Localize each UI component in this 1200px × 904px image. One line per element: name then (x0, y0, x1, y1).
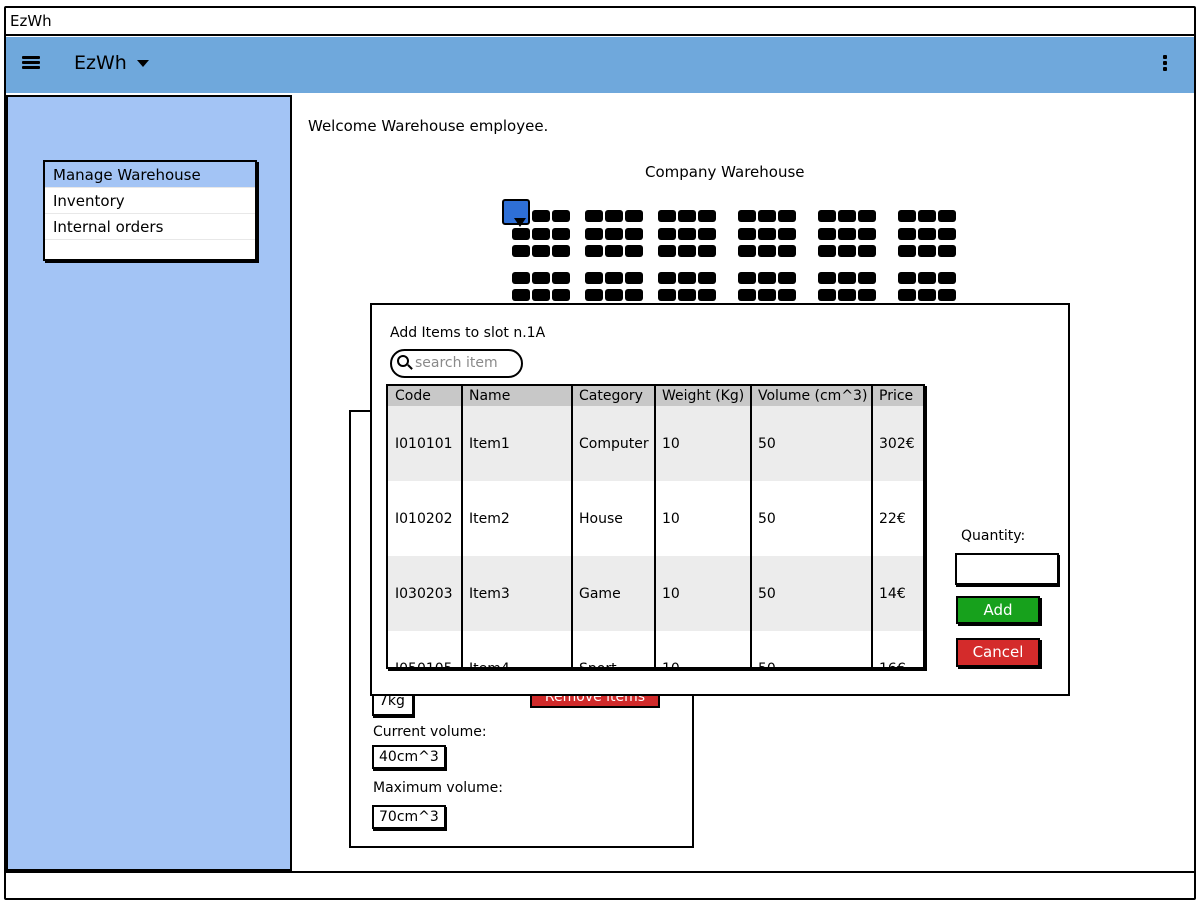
table-cell: I030203 (388, 556, 463, 631)
cursor-pointer-icon (514, 218, 526, 227)
column-header[interactable]: Category (572, 386, 656, 406)
table-row[interactable]: I010202 Item2 House 10 50 22€ (388, 481, 923, 556)
table-cell: I010101 (388, 406, 463, 481)
sidebar-nav: Manage Warehouse Inventory Internal orde… (43, 160, 257, 261)
quantity-label: Quantity: (961, 528, 1026, 544)
status-bar (6, 871, 1194, 898)
items-table: Code Name Category Weight (Kg) Volume (cm^3)… (388, 386, 923, 667)
table-cell: Game (572, 556, 656, 631)
table-cell: Item4 (462, 631, 573, 667)
table-cell: 302€ (872, 406, 923, 481)
maximum-volume-label: Maximum volume: (373, 780, 504, 796)
table-cell: Item1 (462, 406, 573, 481)
table-cell: 10 (655, 631, 752, 667)
search-icon (397, 355, 409, 367)
column-header[interactable]: Name (462, 386, 573, 406)
table-row[interactable]: I010101 Item1 Computer 10 50 302€ (388, 406, 923, 481)
table-cell: 10 (655, 481, 752, 556)
table-row[interactable]: I030203 Item3 Game 10 50 14€ (388, 556, 923, 631)
current-volume-value: 40cm^3 (372, 745, 446, 769)
hamburger-icon[interactable] (22, 55, 40, 71)
sidebar-item-inventory[interactable]: Inventory (45, 188, 255, 214)
title-bar (6, 8, 1194, 36)
sidebar-item-manage-warehouse[interactable]: Manage Warehouse (45, 162, 255, 188)
current-volume-label: Current volume: (373, 724, 487, 740)
dialog-title: Add Items to slot n.1A (390, 325, 546, 341)
table-cell: I010202 (388, 481, 463, 556)
search-input[interactable] (415, 352, 519, 374)
column-header[interactable]: Volume (cm^3) (751, 386, 873, 406)
sidebar-item-internal-orders[interactable]: Internal orders (45, 214, 255, 240)
cancel-button[interactable]: Cancel (956, 638, 1040, 667)
table-row[interactable]: I050105 Item4 Sport 10 50 16€ (388, 631, 923, 667)
table-cell: 50 (751, 406, 873, 481)
caret-down-icon[interactable] (137, 60, 149, 67)
app-name-dropdown[interactable]: EzWh (74, 52, 127, 74)
items-table-container[interactable]: Code Name Category Weight (Kg) Volume (cm^3)… (386, 384, 925, 669)
table-cell: 22€ (872, 481, 923, 556)
table-cell: Computer (572, 406, 656, 481)
column-header[interactable]: Weight (Kg) (655, 386, 752, 406)
column-header[interactable]: Price (872, 386, 923, 406)
kebab-icon[interactable] (1161, 55, 1169, 73)
warehouse-title: Company Warehouse (645, 163, 805, 181)
add-button[interactable]: Add (956, 596, 1040, 624)
table-cell: I050105 (388, 631, 463, 667)
table-cell: 10 (655, 556, 752, 631)
welcome-message: Welcome Warehouse employee. (308, 117, 549, 135)
table-cell: 50 (751, 631, 873, 667)
quantity-input[interactable] (955, 553, 1059, 585)
table-cell: House (572, 481, 656, 556)
table-cell: 14€ (872, 556, 923, 631)
table-cell: Sport (572, 631, 656, 667)
table-cell: 10 (655, 406, 752, 481)
table-cell: 50 (751, 481, 873, 556)
table-cell: Item3 (462, 556, 573, 631)
table-header-row: Code Name Category Weight (Kg) Volume (cm^3)… (388, 386, 923, 406)
column-header[interactable]: Code (388, 386, 463, 406)
table-cell: Item2 (462, 481, 573, 556)
table-cell: 16€ (872, 631, 923, 667)
maximum-volume-value: 70cm^3 (372, 805, 446, 829)
app-bar (6, 37, 1194, 93)
window-title: EzWh (10, 12, 52, 30)
table-cell: 50 (751, 556, 873, 631)
